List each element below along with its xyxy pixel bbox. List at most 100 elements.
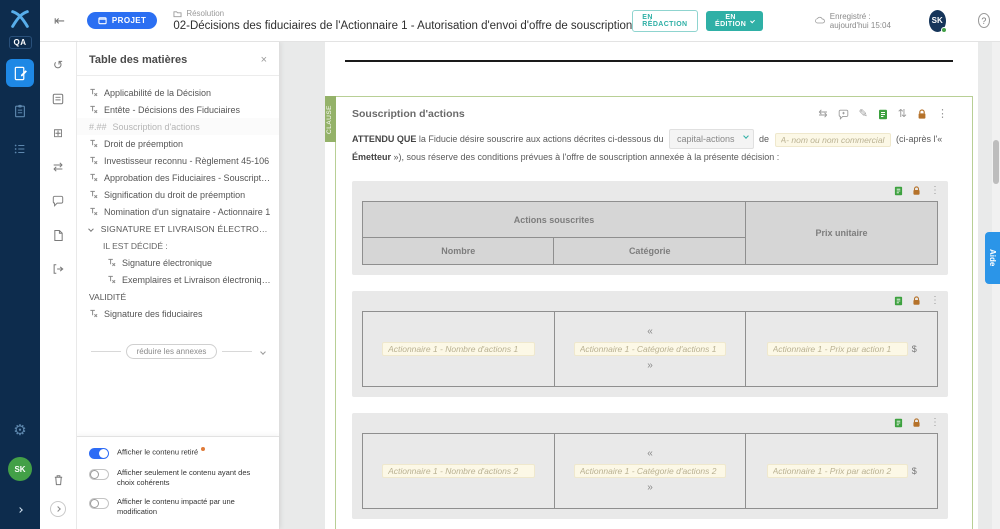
swap-icon[interactable]: ⇆ — [818, 109, 827, 120]
open-quote: « — [647, 327, 653, 337]
chevron-down-icon[interactable] — [260, 349, 266, 355]
validated-field-icon[interactable] — [894, 186, 903, 196]
toggle-show-removed-content: Afficher le contenu retiré — [89, 447, 267, 459]
comment-add-icon[interactable] — [838, 109, 849, 120]
cell-nombre — [363, 434, 555, 508]
toc-section[interactable]: SIGNATURE ET LIVRAISON ÉLECTRONIQUE — [77, 220, 279, 237]
toggle-switch[interactable] — [89, 448, 109, 459]
sync-icon[interactable]: ⇄ — [53, 156, 63, 178]
reduce-annexes-control: réduire les annexes — [77, 344, 279, 359]
form-fields-icon[interactable] — [52, 88, 64, 110]
toc-item[interactable]: Approbation des Fiduciaires - Souscripti… — [77, 169, 279, 186]
breadcrumb[interactable]: Résolution — [173, 9, 632, 18]
kebab-menu-icon[interactable]: ⋮ — [937, 109, 948, 120]
project-button[interactable]: PROJET — [87, 12, 157, 29]
document-icon[interactable] — [53, 224, 64, 246]
page-title: 02-Décisions des fiduciaires de l'Action… — [173, 20, 632, 32]
toc-item[interactable]: Entête - Décisions des Fiduciaires — [77, 101, 279, 118]
toc-item[interactable]: Droit de préemption — [77, 135, 279, 152]
toc-item[interactable]: Signature électronique — [77, 254, 279, 271]
close-quote: » — [647, 361, 653, 371]
add-block-icon[interactable]: ⊞ — [53, 122, 63, 144]
cell-prix: $ — [746, 312, 937, 386]
categorie-actions-field[interactable] — [574, 464, 727, 478]
help-tab[interactable]: Aide — [985, 232, 1000, 284]
clause-block: CLAUSE Souscription d'actions ⇆ ✎ ⇅ ⋮ AT… — [335, 96, 973, 529]
trash-icon[interactable] — [53, 469, 64, 491]
clause-icon — [89, 173, 98, 182]
lock-icon[interactable] — [917, 109, 927, 120]
lock-icon[interactable] — [912, 296, 921, 306]
close-icon[interactable]: × — [261, 54, 267, 66]
cloud-icon — [815, 16, 825, 25]
user-avatar-secondary[interactable]: SK — [8, 457, 32, 481]
cell-categorie: « » — [555, 312, 747, 386]
cell-nombre — [363, 312, 555, 386]
validated-field-icon[interactable] — [878, 109, 888, 120]
nav-item-editor[interactable] — [6, 59, 34, 87]
topbar: ⇤ PROJET Résolution 02-Décisions des fid… — [40, 0, 1000, 42]
block-toolbar: ⋮ — [894, 186, 940, 196]
kebab-menu-icon[interactable]: ⋮ — [930, 186, 940, 196]
lock-icon[interactable] — [912, 418, 921, 428]
export-icon[interactable] — [52, 258, 64, 280]
nombre-actions-field[interactable] — [382, 464, 535, 478]
toc-item-active[interactable]: #.##Souscription d'actions — [77, 118, 279, 135]
app-logo-icon[interactable] — [9, 8, 31, 30]
toggle-switch[interactable] — [89, 469, 109, 480]
nav-item-list[interactable] — [6, 135, 34, 163]
clause-icon — [107, 275, 116, 284]
help-button[interactable]: ? — [978, 13, 990, 28]
toc-section[interactable]: VALIDITÉ — [77, 288, 279, 305]
vertical-scrollbar[interactable] — [992, 42, 1000, 529]
clause-toolbar: ⇆ ✎ ⇅ ⋮ — [818, 109, 948, 120]
toc-item[interactable]: Investisseur reconnu - Règlement 45-106 — [77, 152, 279, 169]
block-toolbar: ⋮ — [894, 418, 940, 428]
kebab-menu-icon[interactable]: ⋮ — [930, 418, 940, 428]
online-status-dot — [941, 27, 947, 33]
table-header-prix: Prix unitaire — [745, 202, 937, 265]
prix-action-field[interactable] — [767, 464, 908, 478]
reduce-annexes-button[interactable]: réduire les annexes — [126, 344, 218, 359]
close-quote: » — [647, 483, 653, 493]
mode-edition-dropdown[interactable]: EN ÉDITION — [706, 11, 763, 31]
validated-field-icon[interactable] — [894, 296, 903, 306]
user-avatar[interactable]: SK — [929, 10, 946, 32]
clause-icon — [89, 105, 98, 114]
expand-tools-icon[interactable] — [50, 501, 66, 517]
project-icon — [98, 16, 107, 25]
toc-item[interactable]: Signification du droit de préemption — [77, 186, 279, 203]
comments-icon[interactable] — [52, 190, 64, 212]
kebab-menu-icon[interactable]: ⋮ — [930, 296, 940, 306]
expand-nav-icon[interactable] — [18, 499, 22, 517]
toc-item[interactable]: Applicabilité de la Décision — [77, 84, 279, 101]
clause-icon — [89, 309, 98, 318]
categorie-actions-field[interactable] — [574, 342, 727, 356]
scrollbar-thumb[interactable] — [993, 140, 999, 184]
clause-icon — [89, 207, 98, 216]
currency-label: $ — [912, 344, 917, 354]
history-icon[interactable]: ↺ — [53, 54, 63, 76]
nav-item-clipboard[interactable] — [6, 97, 34, 125]
collapse-panel-icon[interactable]: ⇤ — [54, 13, 65, 29]
chevron-down-icon — [88, 226, 93, 231]
open-quote: « — [647, 449, 653, 459]
toggle-switch[interactable] — [89, 498, 109, 509]
block-toolbar: ⋮ — [894, 296, 940, 306]
toc-item[interactable]: Nomination d'un signataire - Actionnaire… — [77, 203, 279, 220]
toc-item[interactable]: Signature des fiduciaires — [77, 305, 279, 322]
table-of-contents-panel: Table des matières × Applicabilité de la… — [77, 42, 280, 529]
primary-sidebar: QA ⚙ SK — [0, 0, 40, 529]
cell-prix: $ — [746, 434, 937, 508]
settings-gear-icon[interactable]: ⚙ — [13, 421, 26, 439]
nombre-actions-field[interactable] — [382, 342, 535, 356]
validated-field-icon[interactable] — [894, 418, 903, 428]
prix-action-field[interactable] — [767, 342, 908, 356]
issuer-name-field[interactable] — [775, 133, 891, 147]
reorder-icon[interactable]: ⇅ — [898, 109, 907, 120]
edit-pencil-icon[interactable]: ✎ — [859, 109, 868, 120]
capital-actions-dropdown[interactable]: capital-actions — [669, 129, 754, 149]
toc-item[interactable]: IL EST DÉCIDÉ : — [77, 237, 279, 254]
toc-item[interactable]: Exemplaires et Livraison électronique — [77, 271, 279, 288]
lock-icon[interactable] — [912, 186, 921, 196]
